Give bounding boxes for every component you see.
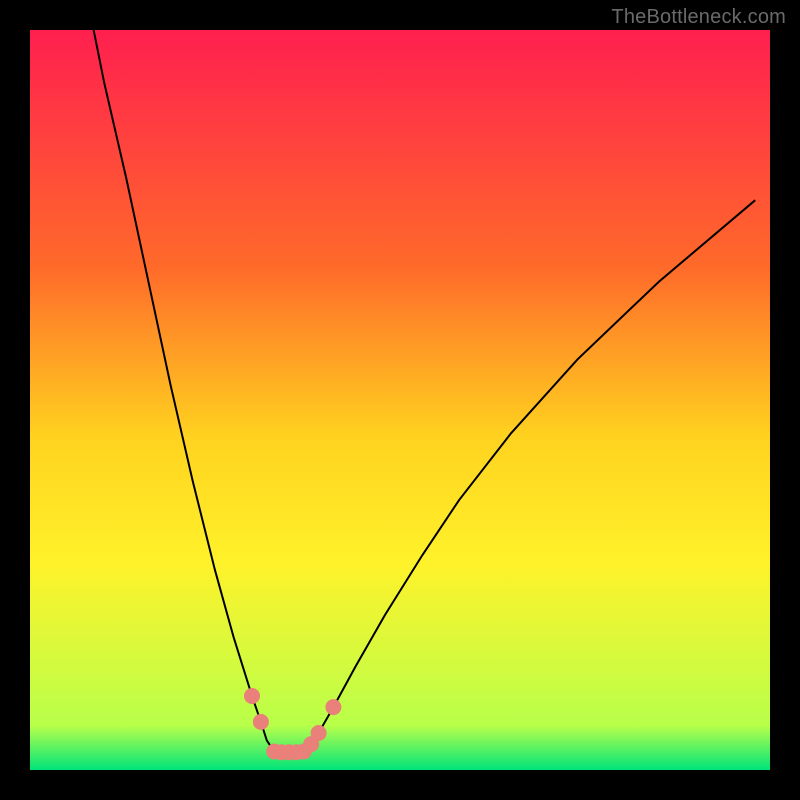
marker-dot [325, 699, 341, 715]
chart-stage: TheBottleneck.com [0, 0, 800, 800]
marker-dot [311, 725, 327, 741]
plot-background [30, 30, 770, 770]
watermark-text: TheBottleneck.com [611, 6, 786, 29]
marker-dot [244, 688, 260, 704]
chart-svg [0, 0, 800, 800]
marker-dot [253, 714, 269, 730]
